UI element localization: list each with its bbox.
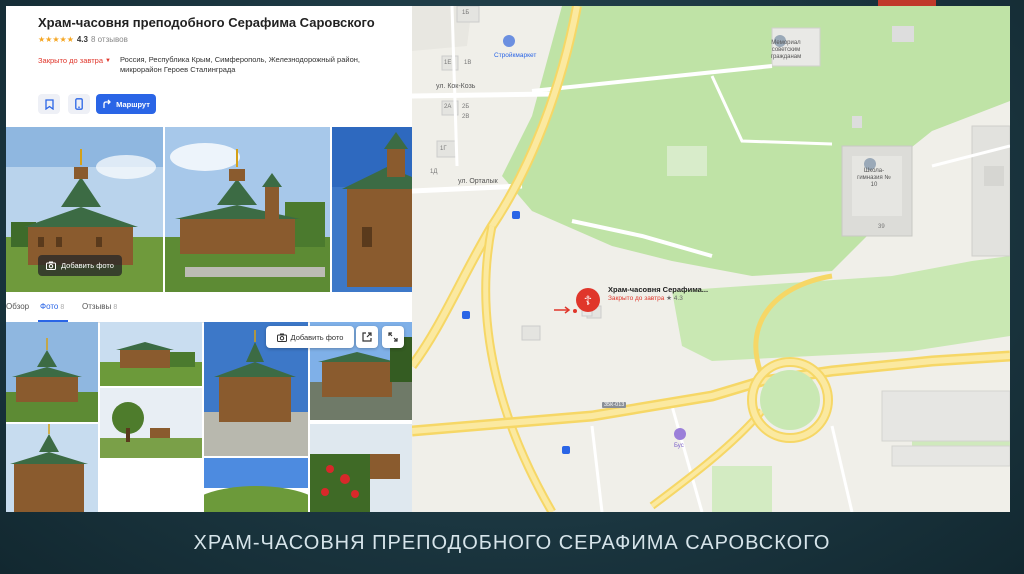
marker-name: Храм-часовня Серафима... bbox=[608, 285, 709, 294]
gallery-photo[interactable] bbox=[6, 322, 98, 422]
bookmark-icon bbox=[44, 98, 54, 110]
add-photo-button[interactable]: Добавить фото bbox=[38, 255, 122, 276]
rating-row[interactable]: ★★★★★ 4.3 8 отзывов bbox=[38, 35, 128, 44]
house-number: 1В bbox=[464, 60, 472, 66]
tab-reviews[interactable]: Отзывы 8 bbox=[82, 302, 117, 311]
slide-caption: ХРАМ-ЧАСОВНЯ ПРЕПОДОБНОГО СЕРАФИМА САРОВ… bbox=[193, 532, 831, 554]
tab-count: 8 bbox=[60, 304, 65, 311]
screenshot-area: ☦ ул. Кок-Козь ул. Орталык Стройкмаркет … bbox=[6, 6, 1010, 512]
poi-label-school[interactable]: Школа-гимназия № 10 bbox=[854, 168, 894, 189]
camera-icon bbox=[276, 333, 287, 342]
tab-overview[interactable]: Обзор bbox=[6, 302, 29, 311]
route-icon bbox=[103, 99, 112, 108]
gallery-photo[interactable] bbox=[204, 458, 308, 512]
map-canvas[interactable]: ☦ bbox=[407, 6, 1010, 512]
house-number: 1Е bbox=[444, 60, 452, 66]
gallery-photo[interactable] bbox=[6, 424, 98, 512]
gallery-photo[interactable] bbox=[100, 388, 202, 458]
expand-button[interactable] bbox=[382, 326, 404, 348]
marker-star-icon: ★ bbox=[666, 295, 674, 302]
external-link-icon bbox=[362, 332, 372, 342]
tab-label: Отзывы bbox=[82, 302, 112, 311]
poi-label-bus[interactable]: Бус bbox=[674, 443, 684, 449]
add-photo-label: Добавить фото bbox=[61, 261, 114, 270]
tabs-bar: Обзор Фото 8 Отзывы 8 bbox=[6, 300, 412, 323]
street-label: ул. Кок-Козь bbox=[436, 83, 476, 90]
chevron-down-icon: ▼ bbox=[105, 57, 111, 64]
map-marker-card[interactable]: Храм-часовня Серафима... Закрыто до завт… bbox=[608, 285, 708, 302]
organization-panel: Храм-часовня преподобного Серафима Саров… bbox=[6, 6, 412, 512]
road-sign: 35К-013 bbox=[602, 402, 627, 408]
poi-label-memorial[interactable]: Мемориал советским гражданам bbox=[758, 40, 814, 61]
hero-photo-3[interactable] bbox=[332, 127, 412, 292]
gallery-photo[interactable] bbox=[310, 424, 412, 512]
house-number: 1Б bbox=[462, 10, 470, 16]
reviews-count[interactable]: 8 отзывов bbox=[91, 35, 128, 44]
house-number: 1Д bbox=[430, 169, 438, 175]
marker-rating: 4.3 bbox=[673, 295, 683, 302]
house-number: 39 bbox=[878, 224, 885, 230]
expand-icon bbox=[388, 332, 398, 342]
house-number: 2Б bbox=[462, 104, 470, 110]
marker-status-line: Закрыто до завтра ★ 4.3 bbox=[608, 294, 708, 302]
rating-value: 4.3 bbox=[76, 35, 88, 44]
map-view[interactable]: ☦ ул. Кок-Козь ул. Орталык Стройкмаркет … bbox=[407, 6, 1010, 512]
svg-text:☦: ☦ bbox=[584, 294, 592, 309]
poi-label-store[interactable]: Стройкмаркет bbox=[494, 52, 536, 59]
tab-label: Обзор bbox=[6, 302, 30, 311]
working-hours-status[interactable]: Закрыто до завтра ▼ bbox=[38, 56, 111, 65]
gallery-photo[interactable] bbox=[100, 322, 202, 386]
house-number: 2В bbox=[462, 114, 470, 120]
org-title: Храм-часовня преподобного Серафима Саров… bbox=[38, 15, 375, 30]
gallery-add-photo-button[interactable]: Добавить фото bbox=[266, 326, 354, 348]
marker-status: Закрыто до завтра bbox=[608, 295, 665, 302]
phone-icon bbox=[75, 98, 83, 110]
rating-stars: ★★★★★ bbox=[38, 35, 74, 44]
address: Россия, Республика Крым, Симферополь, Же… bbox=[120, 55, 360, 74]
hero-photo-2[interactable] bbox=[165, 127, 330, 292]
gallery-add-photo-label: Добавить фото bbox=[290, 332, 344, 342]
tab-photos[interactable]: Фото 8 bbox=[40, 302, 64, 311]
camera-icon bbox=[46, 261, 56, 270]
tab-count: 8 bbox=[113, 304, 118, 311]
route-label: Маршрут bbox=[116, 99, 150, 109]
house-number: 1Г bbox=[440, 146, 447, 152]
house-number: 2А bbox=[444, 104, 452, 110]
phone-button[interactable] bbox=[68, 94, 90, 114]
route-button[interactable]: Маршрут bbox=[96, 94, 156, 114]
open-external-button[interactable] bbox=[356, 326, 378, 348]
status-label: Закрыто до завтра bbox=[38, 56, 103, 65]
bookmark-button[interactable] bbox=[38, 94, 60, 114]
street-label: ул. Орталык bbox=[458, 178, 498, 185]
tab-label: Фото bbox=[40, 302, 59, 311]
